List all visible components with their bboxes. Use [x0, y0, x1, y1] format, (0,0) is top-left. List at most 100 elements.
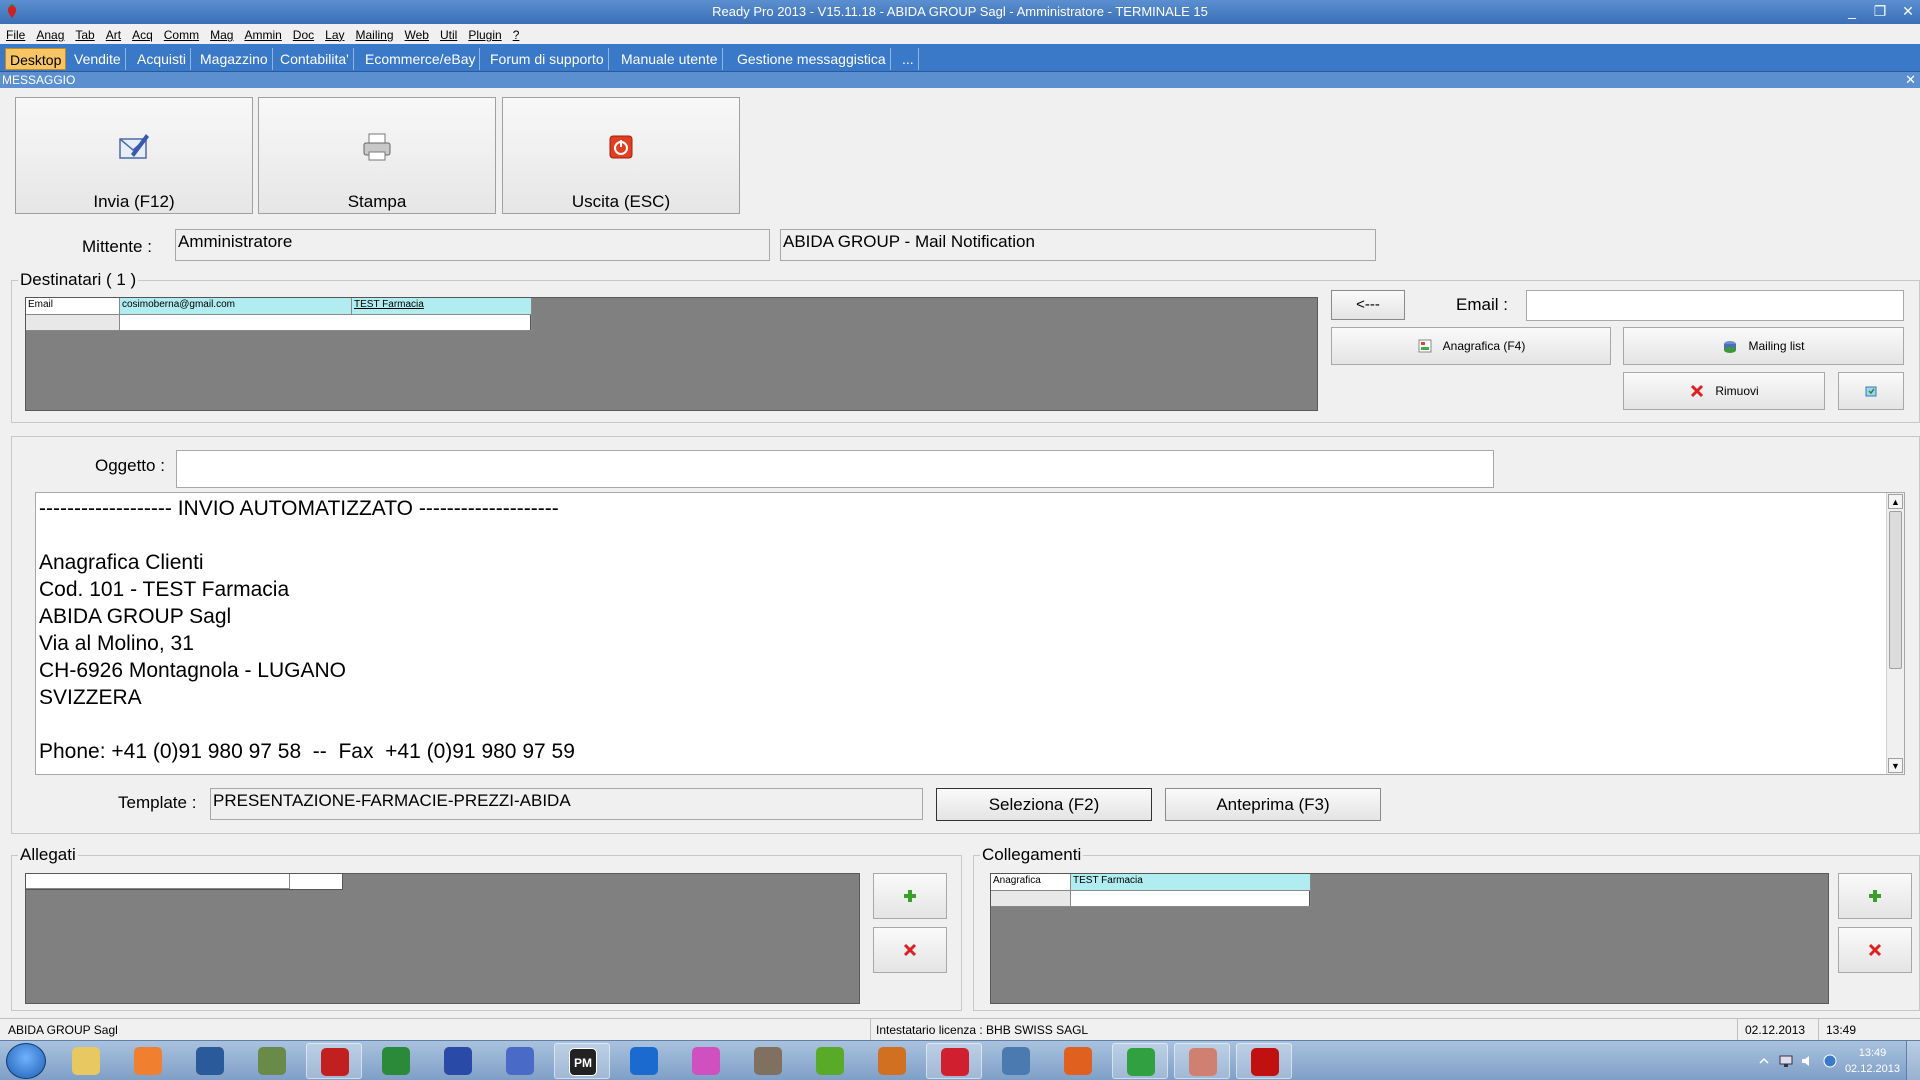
add-attachment-button[interactable]	[873, 873, 947, 919]
menu-item-comm[interactable]: Comm	[158, 24, 204, 42]
sender-account-field[interactable]: ABIDA GROUP - Mail Notification	[780, 229, 1376, 261]
message-body[interactable]: ------------------- INVIO AUTOMATIZZATO …	[35, 492, 1905, 775]
gimp-icon-glyph	[754, 1047, 782, 1075]
registry-button[interactable]: Anagrafica (F4)	[1331, 327, 1611, 365]
scroll-up-arrow-icon[interactable]: ▲	[1888, 494, 1903, 509]
remove-button[interactable]: Rimuovi	[1623, 372, 1825, 410]
body-line: SVIZZERA	[39, 686, 142, 709]
close-button[interactable]: ✕	[1896, 1, 1920, 21]
gimp-icon[interactable]	[740, 1043, 796, 1079]
picasa-icon[interactable]	[678, 1043, 734, 1079]
exit-label: Uscita (ESC)	[571, 192, 671, 211]
template-label: Template :	[118, 793, 197, 812]
add-email-button[interactable]: <---	[1331, 290, 1405, 320]
tab-ecommerce[interactable]: Ecommerce/eBay	[361, 48, 481, 70]
chrome-icon[interactable]	[1112, 1043, 1168, 1079]
remote-desktop-icon-glyph	[1002, 1047, 1030, 1075]
tab-more[interactable]: ...	[898, 48, 919, 70]
exit-button[interactable]: Uscita (ESC)	[502, 97, 740, 214]
sender-name-field[interactable]: Amministratore	[175, 229, 770, 261]
menu-item-file[interactable]: File	[0, 24, 30, 42]
refresh-button[interactable]	[1838, 372, 1904, 410]
filezilla-icon[interactable]	[306, 1043, 362, 1079]
mailing-list-button[interactable]: Mailing list	[1623, 327, 1904, 365]
print-button[interactable]: Stampa	[258, 97, 496, 214]
firefox-icon[interactable]	[1050, 1043, 1106, 1079]
template-field[interactable]: PRESENTAZIONE-FARMACIE-PREZZI-ABIDA	[210, 788, 923, 820]
send-label: Invia (F12)	[93, 192, 175, 211]
tab-messaggistica[interactable]: Gestione messaggistica	[733, 48, 891, 70]
network-tray-icon[interactable]	[1778, 1053, 1794, 1069]
readypro-icon-glyph	[1189, 1048, 1217, 1076]
remote-desktop-icon[interactable]	[988, 1043, 1044, 1079]
strawberry-icon[interactable]	[926, 1043, 982, 1079]
send-button[interactable]: Invia (F12)	[15, 97, 253, 214]
remove-link-button[interactable]	[1838, 927, 1912, 973]
excel-icon[interactable]	[368, 1043, 424, 1079]
remove-x-icon	[1691, 384, 1704, 398]
network-icon[interactable]	[244, 1043, 300, 1079]
section-close-icon[interactable]: ✕	[1905, 72, 1916, 88]
menu-item-mailing[interactable]: Mailing	[350, 24, 399, 42]
body-line	[39, 522, 1901, 549]
menu-item-mag[interactable]: Mag	[204, 24, 238, 42]
remote-icon[interactable]	[492, 1043, 548, 1079]
tab-acquisti[interactable]: Acquisti	[133, 48, 192, 70]
preview-button[interactable]: Anteprima (F3)	[1165, 788, 1381, 821]
menu-item-web[interactable]: Web	[399, 24, 434, 42]
tab-manuale[interactable]: Manuale utente	[617, 48, 723, 70]
menu-item-[interactable]: ?	[507, 24, 525, 42]
taskbar-clock[interactable]: 13:49 02.12.2013	[1845, 1045, 1900, 1077]
tray-arrow-icon[interactable]	[1758, 1055, 1770, 1067]
show-desktop-button[interactable]	[1906, 1041, 1920, 1080]
menu-item-util[interactable]: Util	[434, 24, 462, 42]
select-template-button[interactable]: Seleziona (F2)	[936, 788, 1152, 821]
utorrent-icon[interactable]	[802, 1043, 858, 1079]
sender-label: Mittente :	[82, 237, 152, 256]
excel-icon-glyph	[382, 1047, 410, 1075]
filezilla-icon-glyph	[321, 1048, 349, 1076]
pm-icon[interactable]: PM	[554, 1043, 610, 1079]
media-player-icon[interactable]	[120, 1043, 176, 1079]
acrobat-icon[interactable]	[1236, 1043, 1292, 1079]
tab-forum[interactable]: Forum di supporto	[486, 48, 609, 70]
menu-item-anag[interactable]: Anag	[30, 24, 69, 42]
teamviewer-icon[interactable]	[616, 1043, 672, 1079]
grid-empty-row	[120, 315, 532, 331]
menu-item-art[interactable]: Art	[100, 24, 126, 42]
hamster-icon[interactable]	[864, 1043, 920, 1079]
add-link-button[interactable]	[1838, 873, 1912, 919]
word-icon[interactable]	[430, 1043, 486, 1079]
minimize-button[interactable]: _	[1840, 1, 1864, 21]
attachments-grid-area	[25, 873, 860, 1004]
subject-input[interactable]	[176, 450, 1494, 488]
tab-desktop[interactable]: Desktop	[5, 48, 67, 70]
recipient-name-cell[interactable]: TEST Farmacia	[352, 298, 532, 315]
restore-button[interactable]: ❐	[1868, 1, 1892, 21]
update-tray-icon[interactable]	[1822, 1053, 1838, 1069]
recipient-email-cell[interactable]: cosimoberna@gmail.com	[120, 298, 352, 315]
explorer-icon[interactable]	[58, 1043, 114, 1079]
message-scrollbar[interactable]: ▲ ▼	[1886, 493, 1904, 774]
tab-vendite[interactable]: Vendite	[70, 48, 126, 70]
menu-item-plugin[interactable]: Plugin	[462, 24, 506, 42]
menu-item-lay[interactable]: Lay	[319, 24, 349, 42]
email-input[interactable]	[1526, 290, 1904, 321]
tab-magazzino[interactable]: Magazzino	[196, 48, 273, 70]
hamster-icon-glyph	[878, 1047, 906, 1075]
menu-item-ammin[interactable]: Ammin	[238, 24, 286, 42]
menu-item-doc[interactable]: Doc	[287, 24, 319, 42]
link-name-cell[interactable]: TEST Farmacia	[1071, 874, 1311, 891]
menu-item-tab[interactable]: Tab	[69, 24, 99, 42]
remove-label: Rimuovi	[1715, 384, 1759, 398]
hp-icon[interactable]	[182, 1043, 238, 1079]
menu-item-acq[interactable]: Acq	[126, 24, 158, 42]
readypro-icon[interactable]	[1174, 1043, 1230, 1079]
volume-tray-icon[interactable]	[1800, 1053, 1816, 1069]
tab-contabilita[interactable]: Contabilita'	[276, 48, 354, 70]
scroll-down-arrow-icon[interactable]: ▼	[1888, 758, 1903, 773]
start-button-icon[interactable]	[6, 1043, 46, 1079]
clock-time: 13:49	[1858, 1047, 1887, 1059]
remove-attachment-button[interactable]	[873, 927, 947, 973]
scroll-thumb[interactable]	[1889, 511, 1902, 669]
